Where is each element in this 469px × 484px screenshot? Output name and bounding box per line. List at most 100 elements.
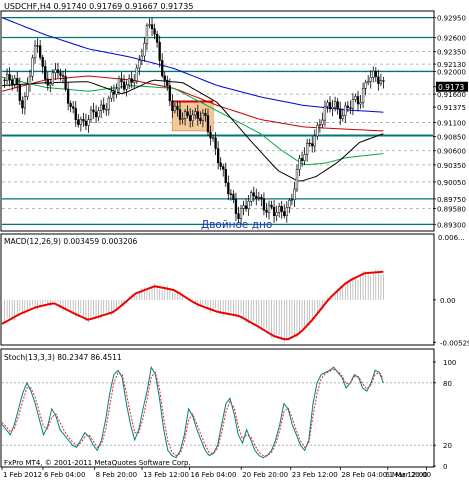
- candle-body: [110, 91, 113, 99]
- candle-body: [326, 102, 329, 107]
- candle-body: [79, 119, 82, 125]
- candle-body: [66, 88, 70, 104]
- macd-tick-label: 0.00: [440, 297, 456, 305]
- stoch-tick-label: 20: [443, 442, 452, 450]
- candle-body: [84, 120, 88, 126]
- candle-body: [222, 166, 225, 170]
- candle-body: [227, 182, 230, 195]
- candle-body: [209, 131, 212, 139]
- candle-body: [138, 59, 141, 69]
- candle-body: [51, 72, 55, 84]
- candle-body: [194, 111, 197, 116]
- candle-body: [242, 205, 245, 209]
- candle-body: [369, 77, 372, 82]
- candle-body: [305, 142, 309, 155]
- candle-body: [155, 34, 159, 43]
- candle-body: [272, 206, 276, 217]
- candle-body: [97, 110, 100, 118]
- candle-body: [82, 119, 85, 122]
- candle-body: [143, 43, 146, 57]
- candle-body: [145, 25, 149, 44]
- candle-body: [153, 28, 156, 35]
- candle-body: [89, 109, 93, 120]
- candle-body: [163, 75, 166, 81]
- candle-body: [117, 78, 121, 90]
- candle-body: [333, 101, 337, 108]
- candle-body: [72, 106, 75, 109]
- candle-body: [13, 78, 16, 85]
- candle-body: [364, 82, 367, 89]
- candle-body: [206, 115, 210, 133]
- candle-body: [112, 91, 116, 95]
- time-tick-label: 16 Feb 04:00: [190, 471, 236, 479]
- candle-body: [359, 102, 362, 105]
- candle-body: [196, 111, 199, 119]
- candle-body: [300, 158, 304, 162]
- candle-body: [23, 96, 27, 109]
- candle-body: [201, 112, 205, 121]
- candle-body: [11, 80, 14, 85]
- candle-body: [237, 213, 240, 220]
- candle-body: [33, 45, 37, 59]
- candle-body: [125, 84, 128, 90]
- candle-body: [189, 115, 192, 121]
- candle-body: [303, 154, 306, 162]
- candle-body: [336, 101, 339, 109]
- candle-body: [26, 84, 29, 97]
- price-tick-label: 0.91375: [437, 104, 466, 112]
- candle-body: [64, 75, 67, 90]
- candle-body: [244, 205, 248, 209]
- candle-body: [100, 104, 103, 111]
- candle-body: [69, 103, 72, 107]
- candle-body: [288, 200, 291, 208]
- chart-canvas: 0.929500.926000.923500.921300.920000.917…: [0, 0, 469, 480]
- candle-body: [166, 79, 169, 86]
- candle-body: [372, 70, 375, 78]
- stochastic-panel-title: Stoch(13,3,3) 80.2347 86.4511: [4, 353, 122, 362]
- price-tick-label: 0.89580: [437, 205, 466, 213]
- candle-body: [341, 115, 344, 119]
- time-tick-label: 6 Mar 12:00: [385, 471, 427, 479]
- candle-body: [186, 111, 189, 116]
- candle-body: [56, 69, 60, 73]
- time-tick-label: 23 Feb 12:00: [292, 471, 338, 479]
- candle-body: [275, 212, 278, 217]
- candle-body: [311, 143, 314, 147]
- candle-body: [374, 70, 377, 77]
- candle-body: [224, 169, 227, 184]
- time-tick-label: 13 Feb 12:00: [143, 471, 189, 479]
- price-tick-label: 0.92950: [437, 15, 466, 23]
- candle-body: [377, 76, 380, 84]
- stoch-tick-label: 80: [443, 380, 452, 388]
- candle-body: [346, 105, 349, 108]
- price-tick-label: 0.92000: [437, 68, 466, 76]
- candle-body: [283, 211, 286, 216]
- macd-tick-label: -0.00529: [440, 339, 469, 347]
- candle-body: [270, 204, 273, 208]
- candle-body: [87, 119, 90, 126]
- candle-body: [3, 79, 6, 81]
- candle-body: [252, 192, 255, 197]
- candle-body: [382, 80, 385, 82]
- candle-body: [349, 107, 352, 109]
- candle-body: [318, 124, 322, 126]
- time-tick-label: 1 Feb 2012: [3, 471, 42, 479]
- candle-body: [127, 78, 131, 86]
- candle-body: [199, 118, 202, 121]
- candle-body: [328, 102, 332, 110]
- candle-body: [178, 109, 182, 120]
- candle-body: [28, 76, 32, 85]
- candle-body: [41, 57, 44, 67]
- candle-body: [16, 78, 19, 85]
- price-tick-label: 0.91100: [437, 119, 466, 127]
- stoch-tick-label: 100: [443, 359, 456, 367]
- candle-body: [344, 105, 347, 116]
- candle-body: [135, 67, 138, 82]
- candle-body: [257, 196, 260, 199]
- candle-body: [354, 96, 357, 100]
- candle-body: [379, 80, 383, 84]
- candle-body: [280, 206, 283, 212]
- double-bottom-annotation: Двойное дно: [201, 219, 272, 231]
- candle-body: [316, 125, 319, 137]
- candle-body: [161, 60, 164, 77]
